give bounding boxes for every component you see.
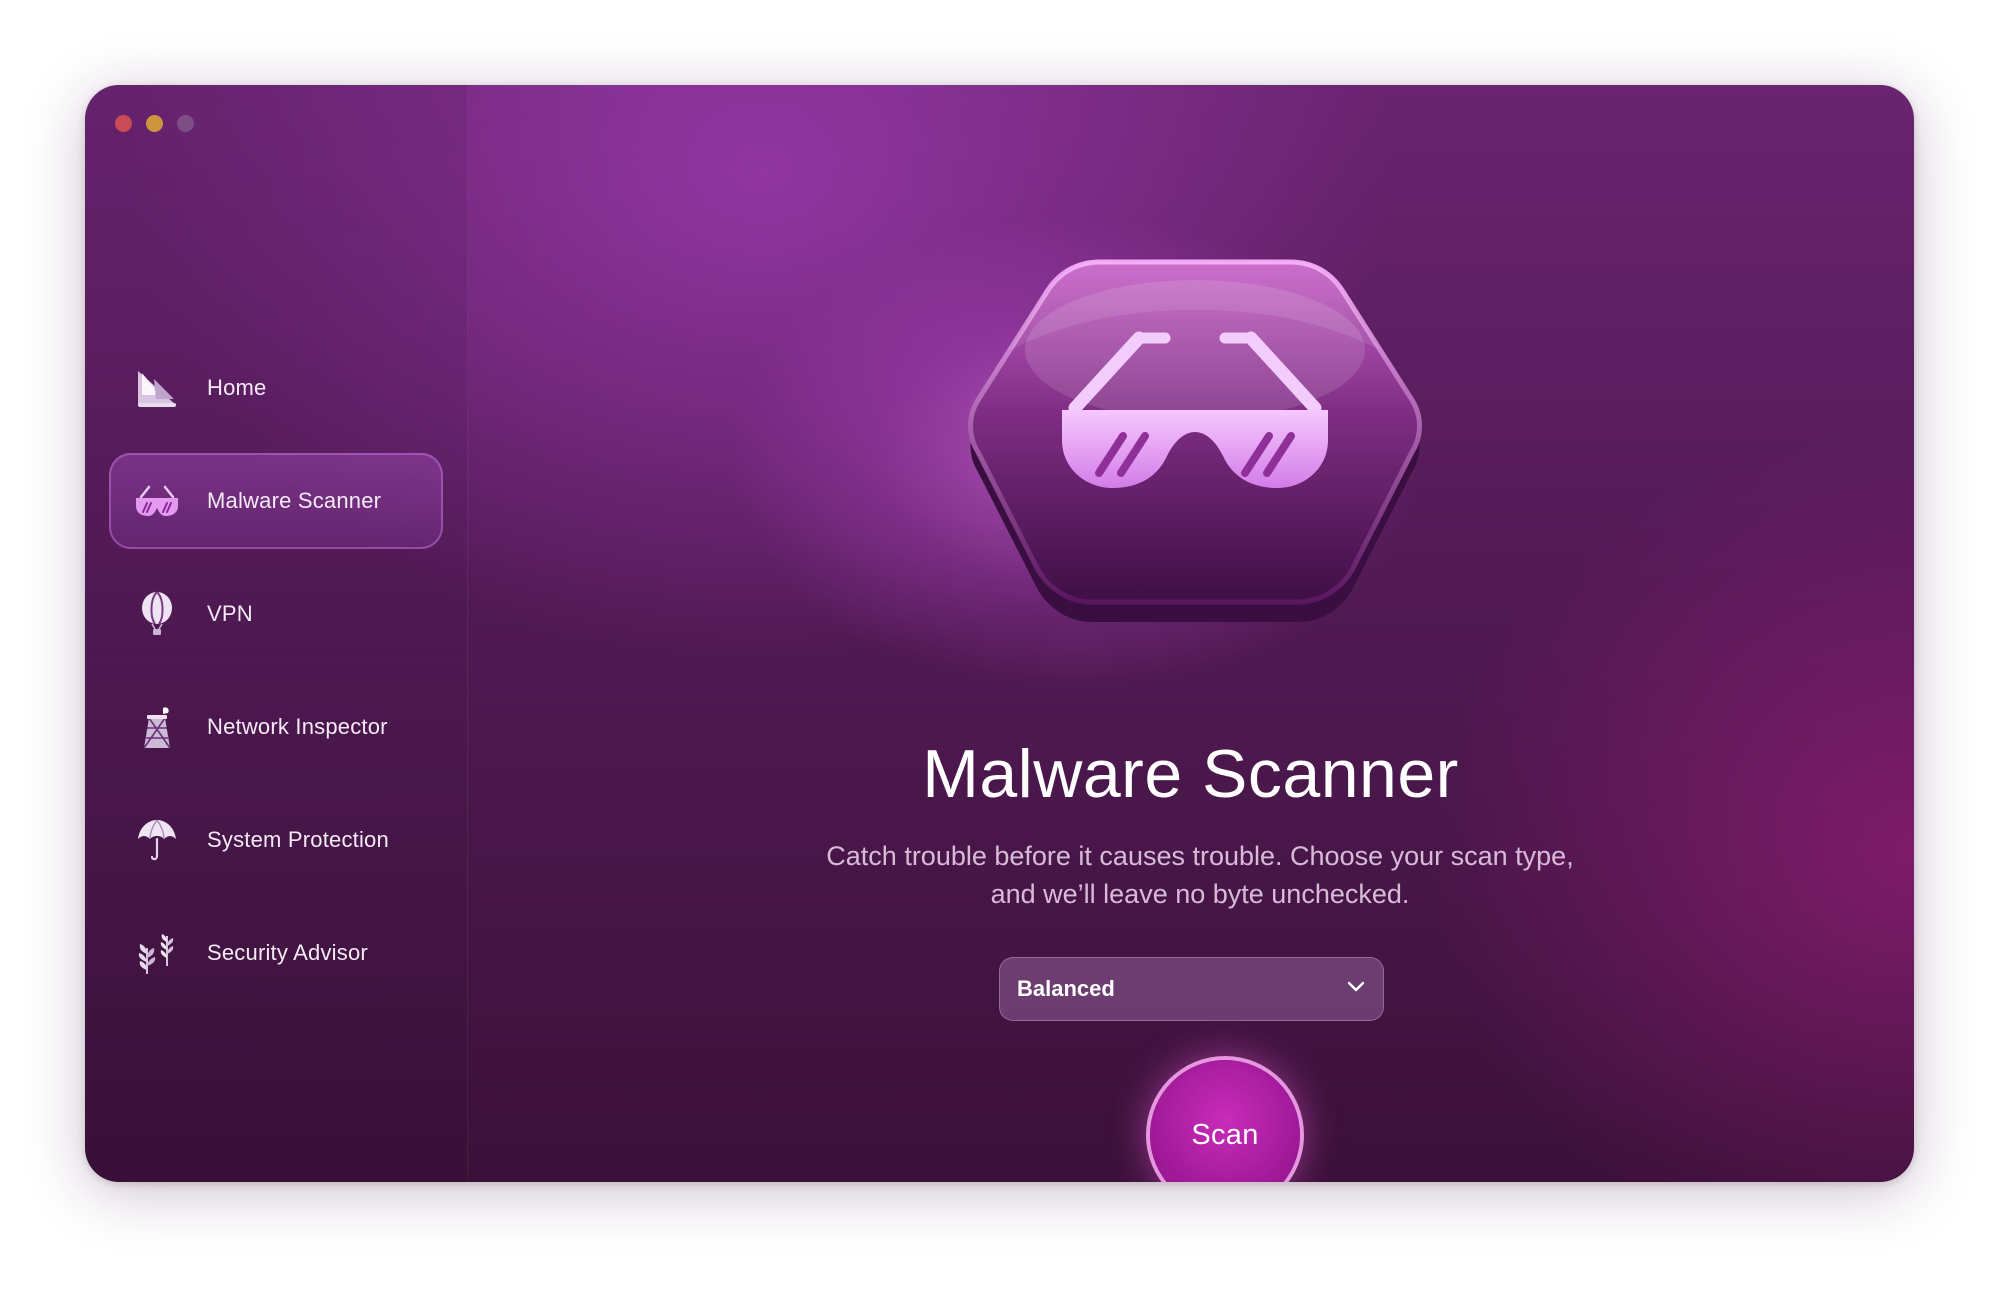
plants-icon xyxy=(133,929,181,977)
sidebar-item-label: System Protection xyxy=(207,827,389,852)
scan-button[interactable]: Scan xyxy=(1150,1060,1300,1182)
umbrella-icon xyxy=(133,816,181,864)
page-title: Malware Scanner xyxy=(922,736,1459,812)
glasses-icon xyxy=(133,477,181,525)
sidebar-item-label: Malware Scanner xyxy=(207,488,382,513)
page-subtitle: Catch trouble before it causes trouble. … xyxy=(765,837,1635,913)
tower-icon xyxy=(133,703,181,751)
home-icon xyxy=(133,364,181,412)
app-window: Home Malware Scanner VPN Network Inspect… xyxy=(85,85,1914,1182)
sidebar-item-system-protection[interactable]: System Protection xyxy=(109,792,443,888)
balloon-icon xyxy=(133,590,181,638)
scan-type-select[interactable]: Balanced xyxy=(999,957,1384,1021)
sidebar-item-malware-scanner[interactable]: Malware Scanner xyxy=(109,453,443,549)
scan-button-label: Scan xyxy=(1191,1118,1259,1151)
sidebar: Home Malware Scanner VPN Network Inspect… xyxy=(85,85,468,1182)
sidebar-item-network-inspector[interactable]: Network Inspector xyxy=(109,679,443,775)
sidebar-item-security-advisor[interactable]: Security Advisor xyxy=(109,905,443,1001)
chevron-down-icon xyxy=(1346,980,1366,998)
sidebar-item-vpn[interactable]: VPN xyxy=(109,566,443,662)
sidebar-nav: Home Malware Scanner VPN Network Inspect… xyxy=(109,340,443,1018)
sidebar-item-label: Security Advisor xyxy=(207,940,368,965)
subtitle-line: Catch trouble before it causes trouble. … xyxy=(826,841,1574,871)
sidebar-item-home[interactable]: Home xyxy=(109,340,443,436)
scan-type-value: Balanced xyxy=(1017,976,1115,1001)
subtitle-line: and we’ll leave no byte unchecked. xyxy=(990,879,1410,909)
sidebar-item-label: Home xyxy=(207,375,267,400)
sidebar-item-label: VPN xyxy=(207,601,253,626)
sidebar-item-label: Network Inspector xyxy=(207,714,388,739)
hero-glasses-icon xyxy=(960,240,1430,660)
